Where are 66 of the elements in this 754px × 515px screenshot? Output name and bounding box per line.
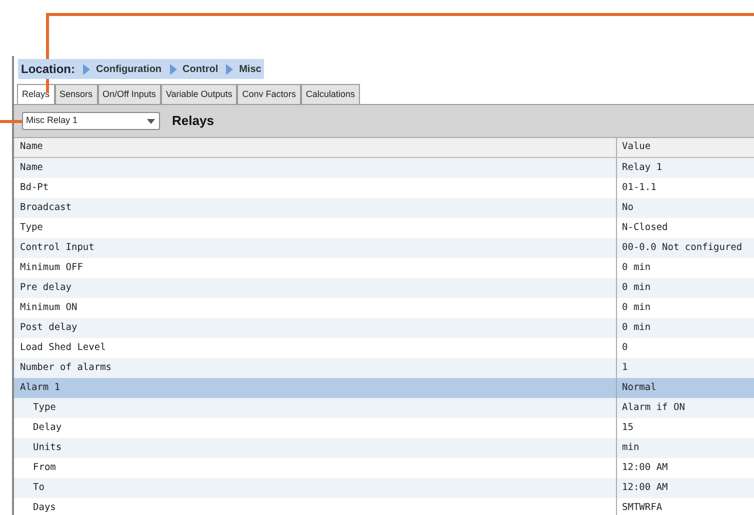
tab[interactable]: Variable Outputs: [160, 84, 238, 104]
column-header[interactable]: Name: [14, 138, 617, 157]
table-cell-text: Alarm 1: [20, 380, 60, 395]
table-cell-text: Alarm if ON: [622, 400, 685, 415]
table-row[interactable]: Broadcast No: [14, 198, 754, 218]
table-cell-text: Number of alarms: [20, 360, 112, 375]
table-row[interactable]: Units min: [14, 438, 754, 458]
table-cell-text: Minimum ON: [20, 300, 78, 315]
table-cell-text: 12:00 AM: [622, 480, 668, 495]
table-cell-text: 00-0.0 Not configured: [622, 240, 742, 255]
toolbar-title: Relays: [172, 112, 214, 130]
table-cell: Days: [33, 500, 56, 515]
breadcrumb-link[interactable]: Control: [182, 62, 218, 76]
table-cell-text: Control Input: [20, 240, 94, 255]
table-cell-text: No: [622, 200, 634, 215]
table-cell-text: 0 min: [622, 320, 651, 335]
table-cell-text: Name: [20, 160, 43, 175]
table-cell-text: Minimum OFF: [20, 260, 83, 275]
table-row[interactable]: Control Input 00-0.0 Not configured: [14, 238, 754, 258]
table-cell-text: N-Closed: [622, 220, 668, 235]
table-cell-text: Type: [33, 400, 56, 415]
dropdown-value: Misc Relay 1: [25, 114, 79, 128]
table-cell-text: 12:00 AM: [622, 460, 668, 475]
table-cell-text: Load Shed Level: [20, 340, 106, 355]
table-cell-text: 0 min: [622, 260, 651, 275]
table-row[interactable]: Name Relay 1: [14, 158, 754, 178]
tab[interactable]: Relays: [17, 84, 55, 104]
table-cell-text: 01-1.1: [622, 180, 656, 195]
tab[interactable]: Sensors: [54, 84, 98, 104]
location-label: Location:: [21, 61, 75, 78]
table-row[interactable]: Number of alarms 1: [14, 358, 754, 378]
breadcrumb-link[interactable]: Misc: [239, 62, 262, 76]
table-row[interactable]: Alarm 1 Normal: [14, 378, 754, 398]
table-row[interactable]: Type Alarm if ON: [14, 398, 754, 418]
caret-icon: [147, 118, 155, 124]
dropdown[interactable]: Misc Relay 1: [22, 112, 160, 130]
table-row[interactable]: Pre delay 0 min: [14, 278, 754, 298]
table-cell-text: To: [33, 480, 44, 495]
table-row[interactable]: Post delay 0 min: [14, 318, 754, 338]
table-cell: SMTWRFA: [622, 500, 662, 515]
table-cell-text: 0 min: [622, 300, 651, 315]
table-cell-text: Delay: [33, 420, 62, 435]
table-cell-text: Post delay: [20, 320, 78, 335]
table-row[interactable]: To 12:00 AM: [14, 478, 754, 498]
column-header[interactable]: Value: [617, 138, 754, 157]
tab[interactable]: Conv Factors: [237, 84, 301, 104]
tab[interactable]: Calculations: [300, 84, 360, 104]
triangle-icon: [226, 64, 234, 74]
table-cell-text: From: [33, 460, 56, 475]
table-cell-text: Pre delay: [20, 280, 72, 295]
tab[interactable]: On/Off Inputs: [98, 84, 161, 104]
table-cell-text: Relay 1: [622, 160, 662, 175]
table-cell-text: Broadcast: [20, 200, 72, 215]
table-cell-text: Type: [20, 220, 43, 235]
table-cell-text: Normal: [622, 380, 656, 395]
table-cell-text: 15: [622, 420, 634, 435]
triangle-icon: [83, 64, 90, 74]
table-cell-text: Units: [33, 440, 62, 455]
table-cell-text: min: [622, 440, 640, 455]
leader-line: [0, 120, 22, 123]
table-cell-text: 0: [622, 340, 628, 355]
table-cell-text: 1: [622, 360, 628, 375]
breadcrumb-link[interactable]: Configuration: [96, 62, 162, 76]
table-cell-text: 0 min: [622, 280, 651, 295]
table-cell-text: Bd-Pt: [20, 180, 49, 195]
triangle-icon: [170, 64, 177, 74]
